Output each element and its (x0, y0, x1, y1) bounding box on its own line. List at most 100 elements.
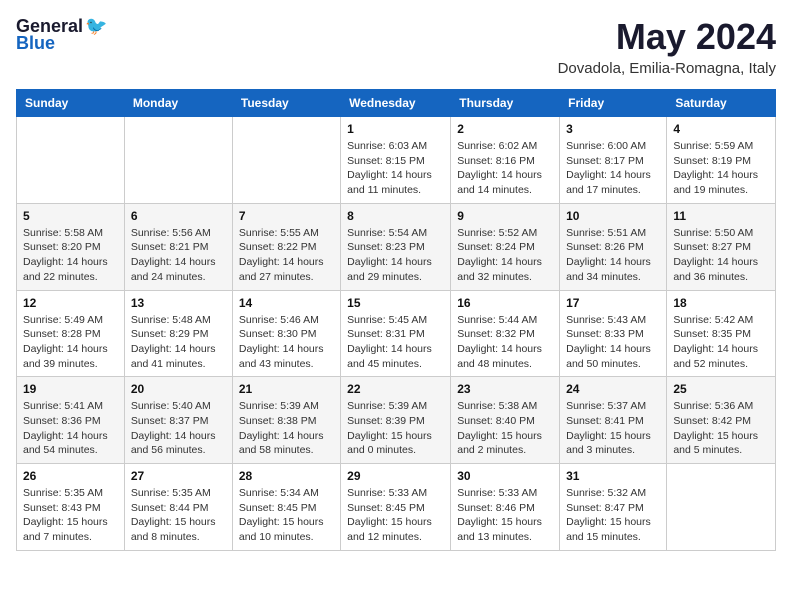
day-cell: 30 Sunrise: 5:33 AM Sunset: 8:46 PM Dayli… (451, 464, 560, 551)
location-subtitle: Dovadola, Emilia-Romagna, Italy (558, 60, 776, 77)
day-cell: 10Sunrise: 5:51 AM Sunset: 8:26 PM Dayli… (560, 203, 667, 290)
day-info: Sunrise: 5:48 AM Sunset: 8:29 PM Dayligh… (131, 313, 226, 372)
day-number: 30 (457, 469, 553, 483)
day-cell: 24 Sunrise: 5:37 AM Sunset: 8:41 PM Dayli… (560, 377, 667, 464)
day-number: 21 (239, 382, 334, 396)
day-cell: 18 Sunrise: 5:42 AM Sunset: 8:35 PM Dayli… (667, 290, 776, 377)
calendar-table: SundayMondayTuesdayWednesdayThursdayFrid… (16, 89, 776, 551)
day-number: 9 (457, 209, 553, 223)
weekday-header-friday: Friday (560, 90, 667, 117)
day-number: 23 (457, 382, 553, 396)
day-number: 5 (23, 209, 118, 223)
weekday-header-tuesday: Tuesday (232, 90, 340, 117)
day-cell: 12 Sunrise: 5:49 AM Sunset: 8:28 PM Dayli… (17, 290, 125, 377)
weekday-header-sunday: Sunday (17, 90, 125, 117)
day-cell: 20 Sunrise: 5:40 AM Sunset: 8:37 PM Dayli… (124, 377, 232, 464)
day-cell: 16 Sunrise: 5:44 AM Sunset: 8:32 PM Dayli… (451, 290, 560, 377)
day-number: 20 (131, 382, 226, 396)
day-info: Sunrise: 5:39 AM Sunset: 8:38 PM Dayligh… (239, 399, 334, 458)
day-info: Sunrise: 5:40 AM Sunset: 8:37 PM Dayligh… (131, 399, 226, 458)
day-cell: 2Sunrise: 6:02 AM Sunset: 8:16 PM Daylig… (451, 117, 560, 204)
day-info: Sunrise: 5:46 AM Sunset: 8:30 PM Dayligh… (239, 313, 334, 372)
day-info: Sunrise: 5:36 AM Sunset: 8:42 PM Dayligh… (673, 399, 769, 458)
day-number: 24 (566, 382, 660, 396)
day-info: Sunrise: 5:34 AM Sunset: 8:45 PM Dayligh… (239, 486, 334, 545)
day-cell: 23 Sunrise: 5:38 AM Sunset: 8:40 PM Dayli… (451, 377, 560, 464)
title-area: May 2024 Dovadola, Emilia-Romagna, Italy (558, 16, 776, 77)
weekday-header-row: SundayMondayTuesdayWednesdayThursdayFrid… (17, 90, 776, 117)
weekday-header-saturday: Saturday (667, 90, 776, 117)
day-cell: 4Sunrise: 5:59 AM Sunset: 8:19 PM Daylig… (667, 117, 776, 204)
day-info: Sunrise: 5:37 AM Sunset: 8:41 PM Dayligh… (566, 399, 660, 458)
day-number: 19 (23, 382, 118, 396)
day-info: Sunrise: 5:39 AM Sunset: 8:39 PM Dayligh… (347, 399, 444, 458)
day-cell: 6Sunrise: 5:56 AM Sunset: 8:21 PM Daylig… (124, 203, 232, 290)
day-number: 26 (23, 469, 118, 483)
day-info: Sunrise: 5:44 AM Sunset: 8:32 PM Dayligh… (457, 313, 553, 372)
day-number: 11 (673, 209, 769, 223)
day-info: Sunrise: 5:50 AM Sunset: 8:27 PM Dayligh… (673, 226, 769, 285)
day-cell: 21 Sunrise: 5:39 AM Sunset: 8:38 PM Dayli… (232, 377, 340, 464)
month-title: May 2024 (558, 16, 776, 58)
day-info: Sunrise: 5:51 AM Sunset: 8:26 PM Dayligh… (566, 226, 660, 285)
day-cell: 29Sunrise: 5:33 AM Sunset: 8:45 PM Dayli… (341, 464, 451, 551)
day-number: 7 (239, 209, 334, 223)
day-info: Sunrise: 5:49 AM Sunset: 8:28 PM Dayligh… (23, 313, 118, 372)
day-number: 18 (673, 296, 769, 310)
day-number: 4 (673, 122, 769, 136)
day-number: 27 (131, 469, 226, 483)
day-number: 28 (239, 469, 334, 483)
day-cell: 31Sunrise: 5:32 AM Sunset: 8:47 PM Dayli… (560, 464, 667, 551)
day-number: 25 (673, 382, 769, 396)
day-cell: 25 Sunrise: 5:36 AM Sunset: 8:42 PM Dayli… (667, 377, 776, 464)
day-info: Sunrise: 5:58 AM Sunset: 8:20 PM Dayligh… (23, 226, 118, 285)
day-number: 22 (347, 382, 444, 396)
day-cell: 5 Sunrise: 5:58 AM Sunset: 8:20 PM Daylig… (17, 203, 125, 290)
day-info: Sunrise: 6:02 AM Sunset: 8:16 PM Dayligh… (457, 139, 553, 198)
day-cell: 19Sunrise: 5:41 AM Sunset: 8:36 PM Dayli… (17, 377, 125, 464)
logo: General 🐦 Blue (16, 16, 107, 54)
weekday-header-monday: Monday (124, 90, 232, 117)
day-info: Sunrise: 5:52 AM Sunset: 8:24 PM Dayligh… (457, 226, 553, 285)
day-cell: 7Sunrise: 5:55 AM Sunset: 8:22 PM Daylig… (232, 203, 340, 290)
day-cell: 13 Sunrise: 5:48 AM Sunset: 8:29 PM Dayli… (124, 290, 232, 377)
day-info: Sunrise: 5:45 AM Sunset: 8:31 PM Dayligh… (347, 313, 444, 372)
day-cell (17, 117, 125, 204)
day-info: Sunrise: 5:54 AM Sunset: 8:23 PM Dayligh… (347, 226, 444, 285)
day-cell: 17 Sunrise: 5:43 AM Sunset: 8:33 PM Dayli… (560, 290, 667, 377)
day-cell: 26 Sunrise: 5:35 AM Sunset: 8:43 PM Dayli… (17, 464, 125, 551)
day-cell: 28 Sunrise: 5:34 AM Sunset: 8:45 PM Dayli… (232, 464, 340, 551)
week-row-5: 26 Sunrise: 5:35 AM Sunset: 8:43 PM Dayli… (17, 464, 776, 551)
day-info: Sunrise: 5:33 AM Sunset: 8:46 PM Dayligh… (457, 486, 553, 545)
day-number: 17 (566, 296, 660, 310)
week-row-3: 12 Sunrise: 5:49 AM Sunset: 8:28 PM Dayli… (17, 290, 776, 377)
day-cell: 14 Sunrise: 5:46 AM Sunset: 8:30 PM Dayli… (232, 290, 340, 377)
day-number: 15 (347, 296, 444, 310)
day-info: Sunrise: 5:32 AM Sunset: 8:47 PM Dayligh… (566, 486, 660, 545)
day-cell (667, 464, 776, 551)
day-number: 14 (239, 296, 334, 310)
day-number: 6 (131, 209, 226, 223)
day-info: Sunrise: 5:35 AM Sunset: 8:43 PM Dayligh… (23, 486, 118, 545)
day-info: Sunrise: 5:42 AM Sunset: 8:35 PM Dayligh… (673, 313, 769, 372)
day-number: 16 (457, 296, 553, 310)
weekday-header-thursday: Thursday (451, 90, 560, 117)
day-info: Sunrise: 5:35 AM Sunset: 8:44 PM Dayligh… (131, 486, 226, 545)
day-number: 1 (347, 122, 444, 136)
day-number: 12 (23, 296, 118, 310)
day-info: Sunrise: 6:00 AM Sunset: 8:17 PM Dayligh… (566, 139, 660, 198)
day-cell: 15 Sunrise: 5:45 AM Sunset: 8:31 PM Dayli… (341, 290, 451, 377)
day-cell: 27 Sunrise: 5:35 AM Sunset: 8:44 PM Dayli… (124, 464, 232, 551)
day-info: Sunrise: 5:38 AM Sunset: 8:40 PM Dayligh… (457, 399, 553, 458)
day-number: 13 (131, 296, 226, 310)
day-cell: 8 Sunrise: 5:54 AM Sunset: 8:23 PM Daylig… (341, 203, 451, 290)
day-number: 29 (347, 469, 444, 483)
day-number: 8 (347, 209, 444, 223)
day-info: Sunrise: 5:43 AM Sunset: 8:33 PM Dayligh… (566, 313, 660, 372)
day-cell: 9 Sunrise: 5:52 AM Sunset: 8:24 PM Daylig… (451, 203, 560, 290)
day-number: 3 (566, 122, 660, 136)
week-row-4: 19Sunrise: 5:41 AM Sunset: 8:36 PM Dayli… (17, 377, 776, 464)
day-cell: 3 Sunrise: 6:00 AM Sunset: 8:17 PM Daylig… (560, 117, 667, 204)
weekday-header-wednesday: Wednesday (341, 90, 451, 117)
header: General 🐦 Blue May 2024 Dovadola, Emilia… (16, 16, 776, 77)
